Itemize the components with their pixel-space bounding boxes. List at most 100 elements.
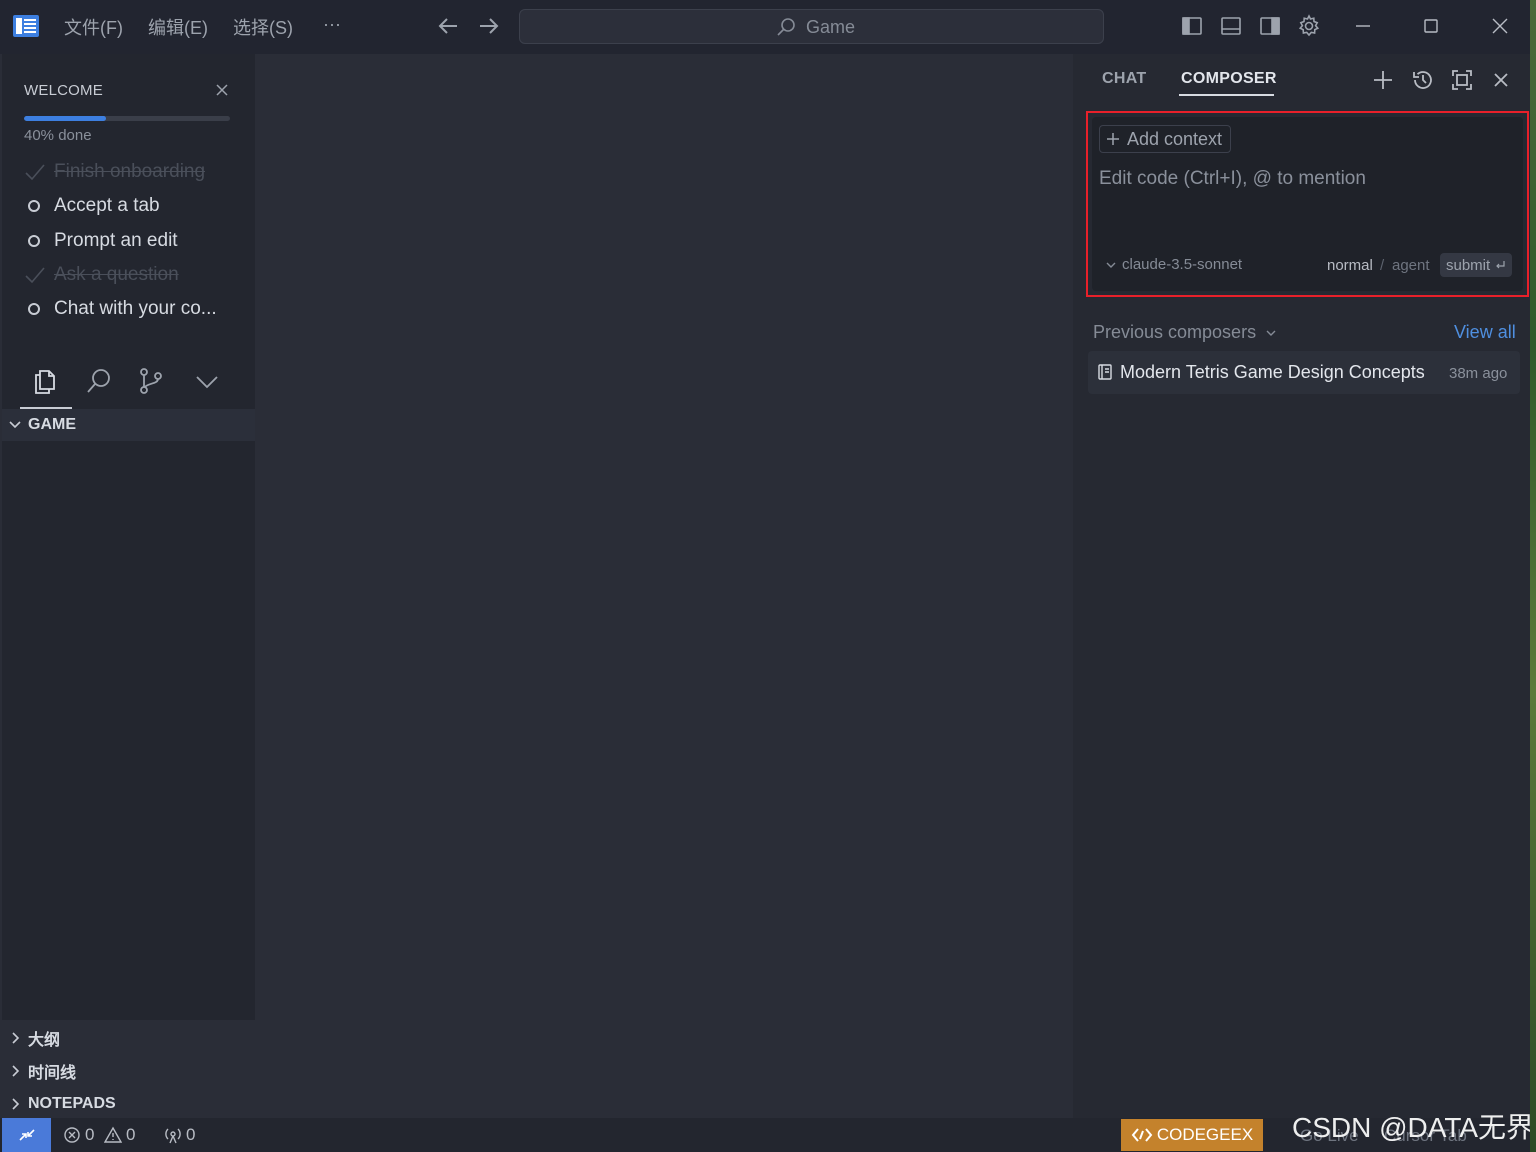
add-context-label: Add context (1127, 128, 1223, 149)
submit-button[interactable]: submit (1440, 253, 1513, 277)
section-timeline[interactable]: 时间线 (2, 1055, 255, 1087)
circle-icon (28, 200, 40, 212)
command-center-search[interactable]: Game (519, 9, 1104, 44)
maximize-panel-icon[interactable] (1450, 68, 1474, 92)
task-finish-onboarding[interactable]: Finish onboarding (24, 157, 249, 187)
task-chat-with-your-codebase[interactable]: Chat with your co... (24, 294, 249, 324)
search-text: Game (806, 17, 856, 37)
error-circle-icon (64, 1127, 80, 1143)
view-all-link[interactable]: View all (1454, 322, 1516, 343)
search-icon (777, 18, 795, 36)
previous-composer-item[interactable]: Modern Tetris Game Design Concepts 38m a… (1088, 351, 1520, 394)
submit-label: submit (1446, 256, 1491, 274)
close-panel-icon[interactable] (1489, 68, 1513, 92)
progress-text: 40% done (24, 127, 92, 144)
remote-indicator-button[interactable] (2, 1118, 51, 1152)
desktop-edge (1530, 0, 1536, 1152)
settings-gear-icon[interactable] (1297, 14, 1321, 38)
task-label: Ask a question (54, 264, 179, 285)
menu-selection[interactable]: 选择(S) (233, 14, 293, 40)
section-outline[interactable]: 大纲 (2, 1022, 255, 1054)
circle-icon (28, 303, 40, 315)
window-close-icon[interactable] (1488, 14, 1512, 38)
task-label: Prompt an edit (54, 230, 178, 251)
welcome-close-icon[interactable] (214, 82, 230, 98)
source-control-icon[interactable] (136, 366, 166, 396)
document-icon (1098, 364, 1112, 380)
welcome-title: WELCOME (24, 82, 103, 99)
forward-arrow-icon[interactable] (474, 12, 502, 40)
task-ask-a-question[interactable]: Ask a question (24, 260, 249, 290)
model-selector[interactable]: claude-3.5-sonnet (1105, 256, 1242, 273)
add-context-button[interactable]: Add context (1099, 125, 1232, 153)
composer-input-box[interactable]: Add context Edit code (Ctrl+I), @ to men… (1092, 117, 1523, 291)
check-icon (25, 164, 45, 181)
sidebar-collapsed-sections: 大纲 时间线 NOTEPADS (0, 1020, 255, 1118)
toggle-primary-sidebar-icon[interactable] (1180, 14, 1204, 38)
section-title: GAME (28, 416, 76, 433)
composer-input-highlight: Add context Edit code (Ctrl+I), @ to men… (1086, 111, 1529, 297)
tab-chat[interactable]: CHAT (1102, 70, 1146, 88)
section-title: 大纲 (28, 1032, 61, 1049)
editor-area[interactable] (255, 54, 1073, 1118)
codegeex-label: CODEGEEX (1156, 1125, 1254, 1144)
chevron-right-icon (12, 1098, 20, 1110)
chevron-right-icon (12, 1032, 20, 1044)
warning-triangle-icon (104, 1126, 122, 1143)
maximize-icon[interactable] (1419, 14, 1443, 38)
errors-indicator[interactable]: 0 (63, 1125, 94, 1145)
ports-count: 0 (186, 1125, 196, 1144)
tab-composer[interactable]: COMPOSER (1181, 70, 1277, 88)
search-view-icon[interactable] (84, 366, 114, 396)
mode-agent-toggle[interactable]: agent (1392, 257, 1430, 274)
codegeex-logo-icon (1131, 1128, 1153, 1142)
task-accept-a-tab[interactable]: Accept a tab (24, 191, 249, 221)
broadcast-icon (165, 1128, 181, 1144)
title-bar: 文件(F) 编辑(E) 选择(S) ··· Game (0, 0, 1536, 54)
app-logo-icon[interactable] (12, 13, 40, 39)
previous-composers-toggle[interactable]: Previous composers (1093, 322, 1278, 343)
section-title: NOTEPADS (28, 1095, 116, 1112)
onboarding-progress-bar (24, 116, 230, 121)
history-icon[interactable] (1411, 68, 1435, 92)
menu-edit[interactable]: 编辑(E) (148, 14, 208, 40)
chevron-down-icon (1266, 330, 1276, 336)
plus-icon (1107, 133, 1119, 145)
onboarding-progress-fill (24, 116, 107, 121)
model-name: claude-3.5-sonnet (1122, 256, 1243, 273)
sidebar: WELCOME 40% done Finish onboarding Accep… (2, 54, 255, 1020)
remote-icon (18, 1129, 35, 1141)
warning-count: 0 (126, 1125, 136, 1144)
codegeex-button[interactable]: CODEGEEX (1121, 1119, 1263, 1151)
task-label: Finish onboarding (54, 161, 206, 182)
circle-icon (28, 235, 40, 247)
chevron-down-icon (9, 421, 21, 429)
error-count: 0 (85, 1125, 95, 1144)
new-composer-plus-icon[interactable] (1371, 68, 1395, 92)
task-prompt-an-edit[interactable]: Prompt an edit (24, 226, 249, 256)
warnings-indicator[interactable]: 0 (104, 1125, 135, 1145)
section-title: 时间线 (28, 1065, 77, 1082)
ports-indicator[interactable]: 0 (164, 1125, 195, 1145)
toggle-secondary-sidebar-icon[interactable] (1258, 14, 1282, 38)
csdn-watermark: CSDN @DATA无界 (1292, 1112, 1535, 1143)
chevron-right-icon (12, 1065, 20, 1077)
menu-file[interactable]: 文件(F) (64, 14, 123, 40)
task-label: Accept a tab (54, 195, 160, 216)
back-arrow-icon[interactable] (435, 12, 463, 40)
minimize-icon[interactable] (1351, 14, 1375, 38)
composer-item-title: Modern Tetris Game Design Concepts (1120, 362, 1425, 382)
check-icon (25, 267, 45, 284)
chevron-down-icon[interactable] (192, 366, 222, 396)
explorer-section-game[interactable]: GAME (2, 409, 255, 441)
previous-composers-label: Previous composers (1093, 322, 1257, 342)
enter-key-icon (1496, 261, 1505, 269)
menu-more[interactable]: ··· (323, 14, 341, 35)
composer-prompt-input[interactable]: Edit code (Ctrl+I), @ to mention (1099, 168, 1366, 190)
explorer-files-icon[interactable] (30, 366, 60, 396)
section-notepads[interactable]: NOTEPADS (2, 1088, 255, 1120)
toggle-panel-icon[interactable] (1219, 14, 1243, 38)
mode-normal-toggle[interactable]: normal (1327, 257, 1373, 274)
mode-separator: / (1380, 257, 1385, 274)
chevron-down-icon (1106, 262, 1116, 268)
